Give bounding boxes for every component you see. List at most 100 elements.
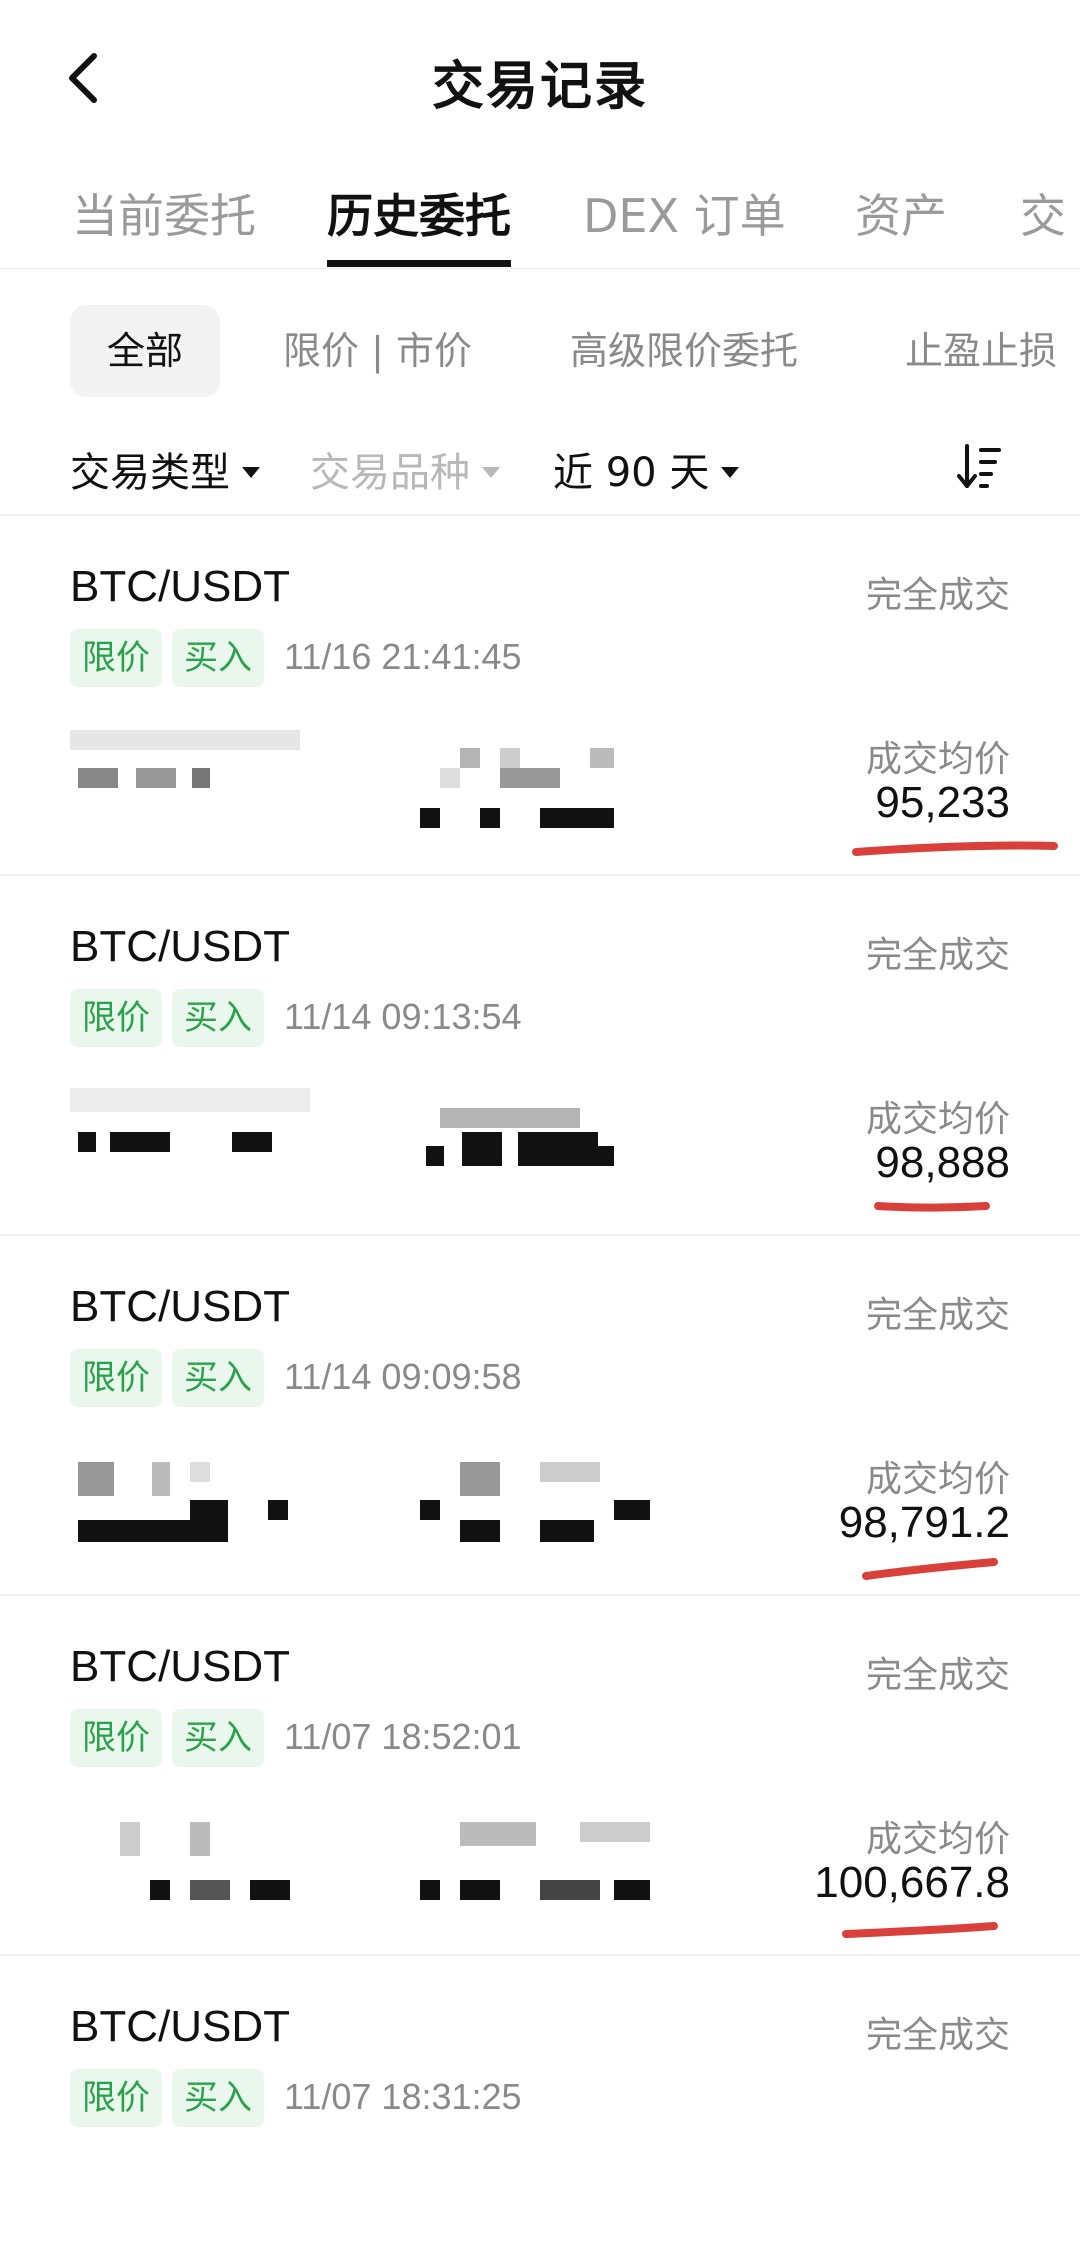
redacted-value xyxy=(460,1520,500,1542)
caret-down-icon xyxy=(721,466,740,478)
order-card[interactable]: BTC/USDT 完全成交 限价 买入 11/14 09:13:54 成交均价 … xyxy=(0,874,1080,1234)
filter-period-label: 近 90 天 xyxy=(553,450,710,496)
avg-price-value: 98,888 xyxy=(875,1138,1010,1187)
avg-price-label: 成交均价 xyxy=(865,1819,1010,1860)
redacted-value xyxy=(152,1462,170,1496)
redacted-value xyxy=(78,768,118,788)
active-tab-indicator xyxy=(327,260,511,267)
tab-dex-orders[interactable]: DEX 订单 xyxy=(583,180,786,246)
avg-price-label: 成交均价 xyxy=(865,739,1010,780)
redacted-value xyxy=(440,768,460,788)
subtab-limit-market[interactable]: 限价 | 市价 xyxy=(283,305,472,397)
order-side-tag: 买入 xyxy=(172,629,264,687)
order-type-tag: 限价 xyxy=(70,2069,162,2127)
redacted-field-label xyxy=(70,1088,310,1112)
red-underline-mark xyxy=(874,1202,990,1212)
order-status: 完全成交 xyxy=(865,935,1010,976)
order-status: 完全成交 xyxy=(865,2015,1010,2056)
redacted-value xyxy=(590,748,614,768)
redacted-value xyxy=(460,1822,536,1846)
redacted-value xyxy=(462,1132,502,1166)
order-time: 11/14 09:09:58 xyxy=(284,1356,522,1397)
redacted-value xyxy=(540,1462,600,1482)
redacted-value xyxy=(420,1880,440,1900)
redacted-value xyxy=(120,1822,140,1856)
order-status: 完全成交 xyxy=(865,1655,1010,1696)
redacted-value xyxy=(250,1880,290,1900)
trading-pair: BTC/USDT xyxy=(70,562,290,611)
trading-pair: BTC/USDT xyxy=(70,1282,290,1331)
order-list: BTC/USDT 完全成交 限价 买入 11/16 21:41:45 成交均价 … xyxy=(0,514,1080,2256)
redacted-value xyxy=(190,1462,210,1482)
redacted-value xyxy=(580,1822,650,1842)
order-card[interactable]: BTC/USDT 完全成交 限价 买入 11/16 21:41:45 成交均价 … xyxy=(0,514,1080,874)
redacted-value xyxy=(460,1462,500,1496)
redacted-value xyxy=(110,1132,170,1152)
redacted-value xyxy=(614,1500,650,1520)
order-side-tag: 买入 xyxy=(172,989,264,1047)
redacted-value xyxy=(268,1500,288,1520)
redacted-value xyxy=(540,1520,594,1542)
order-time: 11/07 18:31:25 xyxy=(284,2076,522,2117)
subtab-tp-sl[interactable]: 止盈止损 xyxy=(905,305,1057,397)
redacted-value xyxy=(232,1132,272,1152)
redacted-value xyxy=(78,1462,114,1496)
order-side-tag: 买入 xyxy=(172,1709,264,1767)
redacted-value xyxy=(500,748,520,768)
tab-order-history[interactable]: 历史委托 xyxy=(327,180,511,246)
redacted-value xyxy=(540,808,614,828)
redacted-value xyxy=(440,1108,580,1128)
redacted-value xyxy=(78,1132,96,1152)
red-underline-mark xyxy=(842,1922,998,1938)
order-type-tag: 限价 xyxy=(70,989,162,1047)
filter-trade-type-label: 交易类型 xyxy=(70,450,230,496)
tab-current-orders[interactable]: 当前委托 xyxy=(72,180,256,246)
redacted-value xyxy=(190,1880,230,1900)
avg-price-label: 成交均价 xyxy=(865,1099,1010,1140)
order-type-tag: 限价 xyxy=(70,1709,162,1767)
redacted-value xyxy=(150,1880,170,1900)
tab-assets[interactable]: 资产 xyxy=(855,180,947,246)
order-status: 完全成交 xyxy=(865,575,1010,616)
order-card[interactable]: BTC/USDT 完全成交 限价 买入 11/07 18:31:25 xyxy=(0,1954,1080,2256)
redacted-value xyxy=(596,1146,614,1166)
redacted-value xyxy=(540,1880,600,1900)
redacted-value xyxy=(500,768,560,788)
trading-pair: BTC/USDT xyxy=(70,2002,290,2051)
filter-instrument-label: 交易品种 xyxy=(310,450,470,496)
redacted-value xyxy=(460,1880,500,1900)
redacted-value xyxy=(518,1132,598,1166)
order-side-tag: 买入 xyxy=(172,1349,264,1407)
redacted-value xyxy=(426,1146,444,1166)
order-time: 11/07 18:52:01 xyxy=(284,1716,522,1757)
redacted-value xyxy=(460,748,480,768)
avg-price-value: 100,667.8 xyxy=(814,1858,1010,1907)
order-card[interactable]: BTC/USDT 完全成交 限价 买入 11/07 18:52:01 成交均价 … xyxy=(0,1594,1080,1954)
filter-trade-type[interactable]: 交易类型 xyxy=(70,440,260,498)
redacted-value xyxy=(190,1822,210,1856)
caret-down-icon xyxy=(242,466,260,478)
order-type-tag: 限价 xyxy=(70,629,162,687)
trading-pair: BTC/USDT xyxy=(70,922,290,971)
redacted-value xyxy=(480,808,500,828)
subtab-advanced-limit[interactable]: 高级限价委托 xyxy=(570,305,798,397)
order-card[interactable]: BTC/USDT 完全成交 限价 买入 11/14 09:09:58 成交均价 … xyxy=(0,1234,1080,1594)
filter-instrument[interactable]: 交易品种 xyxy=(310,440,500,498)
red-underline-mark xyxy=(852,841,1058,856)
order-side-tag: 买入 xyxy=(172,2069,264,2127)
subtab-all[interactable]: 全部 xyxy=(70,305,220,397)
order-time: 11/14 09:13:54 xyxy=(284,996,522,1037)
caret-down-icon xyxy=(482,466,500,478)
page-title: 交易记录 xyxy=(431,57,648,117)
tab-trades-partial[interactable]: 交 xyxy=(1020,180,1066,246)
trading-pair: BTC/USDT xyxy=(70,1642,290,1691)
redacted-value xyxy=(614,1880,650,1900)
filter-period[interactable]: 近 90 天 xyxy=(553,440,740,498)
main-tab-bar: 当前委托 历史委托 DEX 订单 资产 交 xyxy=(0,160,1080,269)
avg-price-label: 成交均价 xyxy=(865,1459,1010,1500)
redacted-value xyxy=(420,808,440,828)
order-status: 完全成交 xyxy=(865,1295,1010,1336)
redacted-value xyxy=(192,768,210,788)
redacted-value xyxy=(190,1500,228,1542)
sort-order-icon[interactable] xyxy=(955,442,1005,492)
